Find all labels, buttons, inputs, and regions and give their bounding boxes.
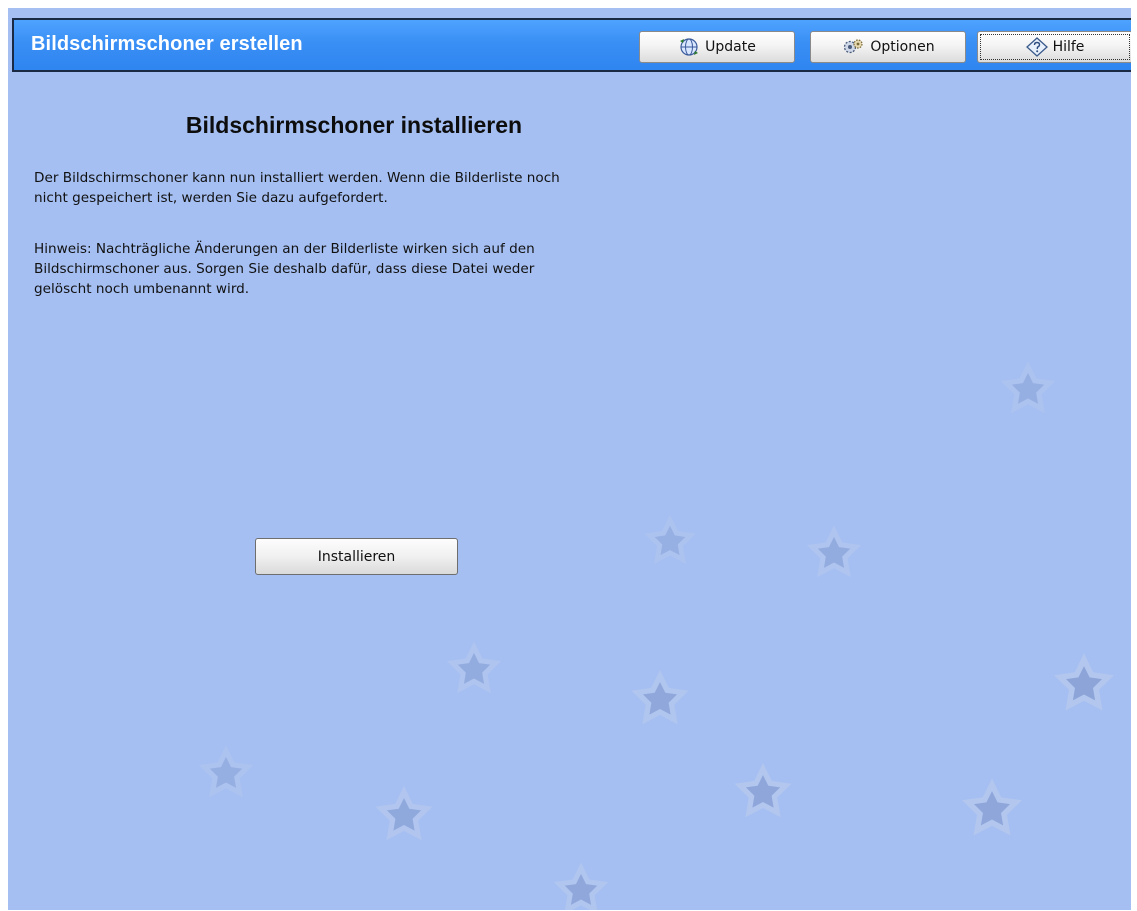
star-icon [806,525,862,578]
optionen-label: Optionen [870,39,935,55]
star-background [198,361,1114,910]
star-icon [1000,361,1056,414]
star-icon [198,745,254,798]
header-bar: Bildschirmschoner erstellen Update Optio… [12,18,1131,72]
star-icon [553,862,609,910]
star-icon [644,515,696,564]
install-description: Der Bildschirmschoner kann nun installie… [34,170,560,206]
help-diamond-icon [1025,37,1048,57]
update-label: Update [705,39,756,55]
optionen-button[interactable]: Optionen [810,31,966,63]
star-icon [446,641,502,694]
star-icon [1054,653,1114,711]
page-heading: Bildschirmschoner installieren [185,112,523,138]
star-icon [962,778,1022,836]
install-hint: Hinweis: Nachträgliche Änderungen an der… [34,241,535,297]
options-gear-icon [841,37,865,57]
install-button[interactable]: Installieren [255,538,458,575]
app-window: Bildschirmschoner erstellen Update Optio… [8,8,1131,910]
star-icon [375,786,433,841]
globe-update-icon [678,37,700,57]
hilfe-button[interactable]: Hilfe [977,31,1131,63]
star-icon [734,763,792,818]
hilfe-label: Hilfe [1052,39,1085,55]
update-button[interactable]: Update [639,31,795,63]
app-title: Bildschirmschoner erstellen [31,33,303,55]
star-icon [631,670,689,725]
